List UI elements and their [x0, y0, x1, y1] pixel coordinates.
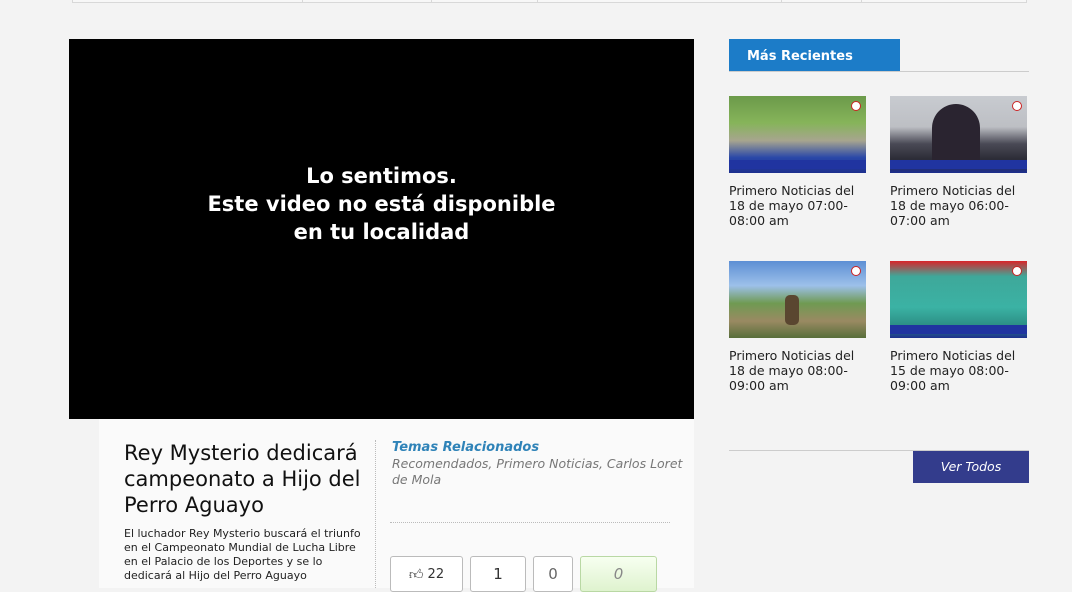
recent-video-card[interactable]: Primero Noticias del 18 de mayo 07:00-08…	[729, 96, 867, 228]
nun-figure	[932, 104, 980, 166]
recent-video-card[interactable]: Primero Noticias del 18 de mayo 08:00-09…	[729, 261, 867, 393]
extra-count-button[interactable]: 0	[580, 556, 657, 592]
video-caption[interactable]: Primero Noticias del 18 de mayo 07:00-08…	[729, 183, 867, 228]
horizontal-divider	[390, 522, 670, 523]
share-count-button[interactable]: 1	[470, 556, 526, 592]
recent-tab-underline	[729, 71, 1029, 72]
comment-count-button[interactable]: 0	[533, 556, 573, 592]
vertical-divider	[375, 440, 376, 588]
nav-separator	[302, 0, 303, 3]
channel-logo-icon	[1012, 266, 1022, 276]
nav-separator	[431, 0, 432, 3]
message-line-3: en tu localidad	[293, 220, 470, 244]
related-topics-list[interactable]: Recomendados, Primero Noticias, Carlos L…	[392, 456, 692, 488]
share-count: 1	[493, 565, 503, 583]
nav-separator	[781, 0, 782, 3]
like-button[interactable]: 👍︎ 22	[390, 556, 463, 592]
video-player[interactable]: Lo sentimos. Este video no está disponib…	[69, 39, 694, 419]
video-caption[interactable]: Primero Noticias del 15 de mayo 08:00-09…	[890, 348, 1028, 393]
channel-logo-icon	[851, 266, 861, 276]
message-line-2: Este video no está disponible	[207, 192, 556, 216]
nav-separator	[537, 0, 538, 3]
video-thumbnail[interactable]	[890, 261, 1027, 338]
news-banner	[890, 325, 1027, 334]
thumbs-up-icon: 👍︎	[408, 566, 424, 583]
comment-count: 0	[548, 565, 558, 583]
recent-video-card[interactable]: Primero Noticias del 15 de mayo 08:00-09…	[890, 261, 1028, 393]
person-figure	[785, 295, 799, 325]
like-count: 22	[427, 566, 445, 582]
channel-logo-icon	[1012, 101, 1022, 111]
news-banner	[890, 160, 1027, 169]
video-thumbnail[interactable]	[890, 96, 1027, 173]
video-thumbnail[interactable]	[729, 96, 866, 173]
related-topics-heading: Temas Relacionados	[392, 440, 540, 455]
top-navigation	[72, 0, 1027, 3]
message-line-1: Lo sentimos.	[306, 164, 457, 188]
article-title: Rey Mysterio dedicará campeonato a Hijo …	[124, 441, 361, 517]
video-thumbnail[interactable]	[729, 261, 866, 338]
recent-video-card[interactable]: Primero Noticias del 18 de mayo 06:00-07…	[890, 96, 1028, 228]
recent-tab[interactable]: Más Recientes	[729, 39, 900, 71]
article-description: El luchador Rey Mysterio buscará el triu…	[124, 527, 361, 582]
news-banner	[729, 160, 866, 169]
nav-separator	[861, 0, 862, 3]
unavailable-message: Lo sentimos. Este video no está disponib…	[207, 162, 555, 246]
extra-count: 0	[613, 565, 624, 583]
view-all-button[interactable]: Ver Todos	[913, 451, 1029, 483]
video-caption[interactable]: Primero Noticias del 18 de mayo 06:00-07…	[890, 183, 1028, 228]
channel-logo-icon	[851, 101, 861, 111]
video-caption[interactable]: Primero Noticias del 18 de mayo 08:00-09…	[729, 348, 867, 393]
